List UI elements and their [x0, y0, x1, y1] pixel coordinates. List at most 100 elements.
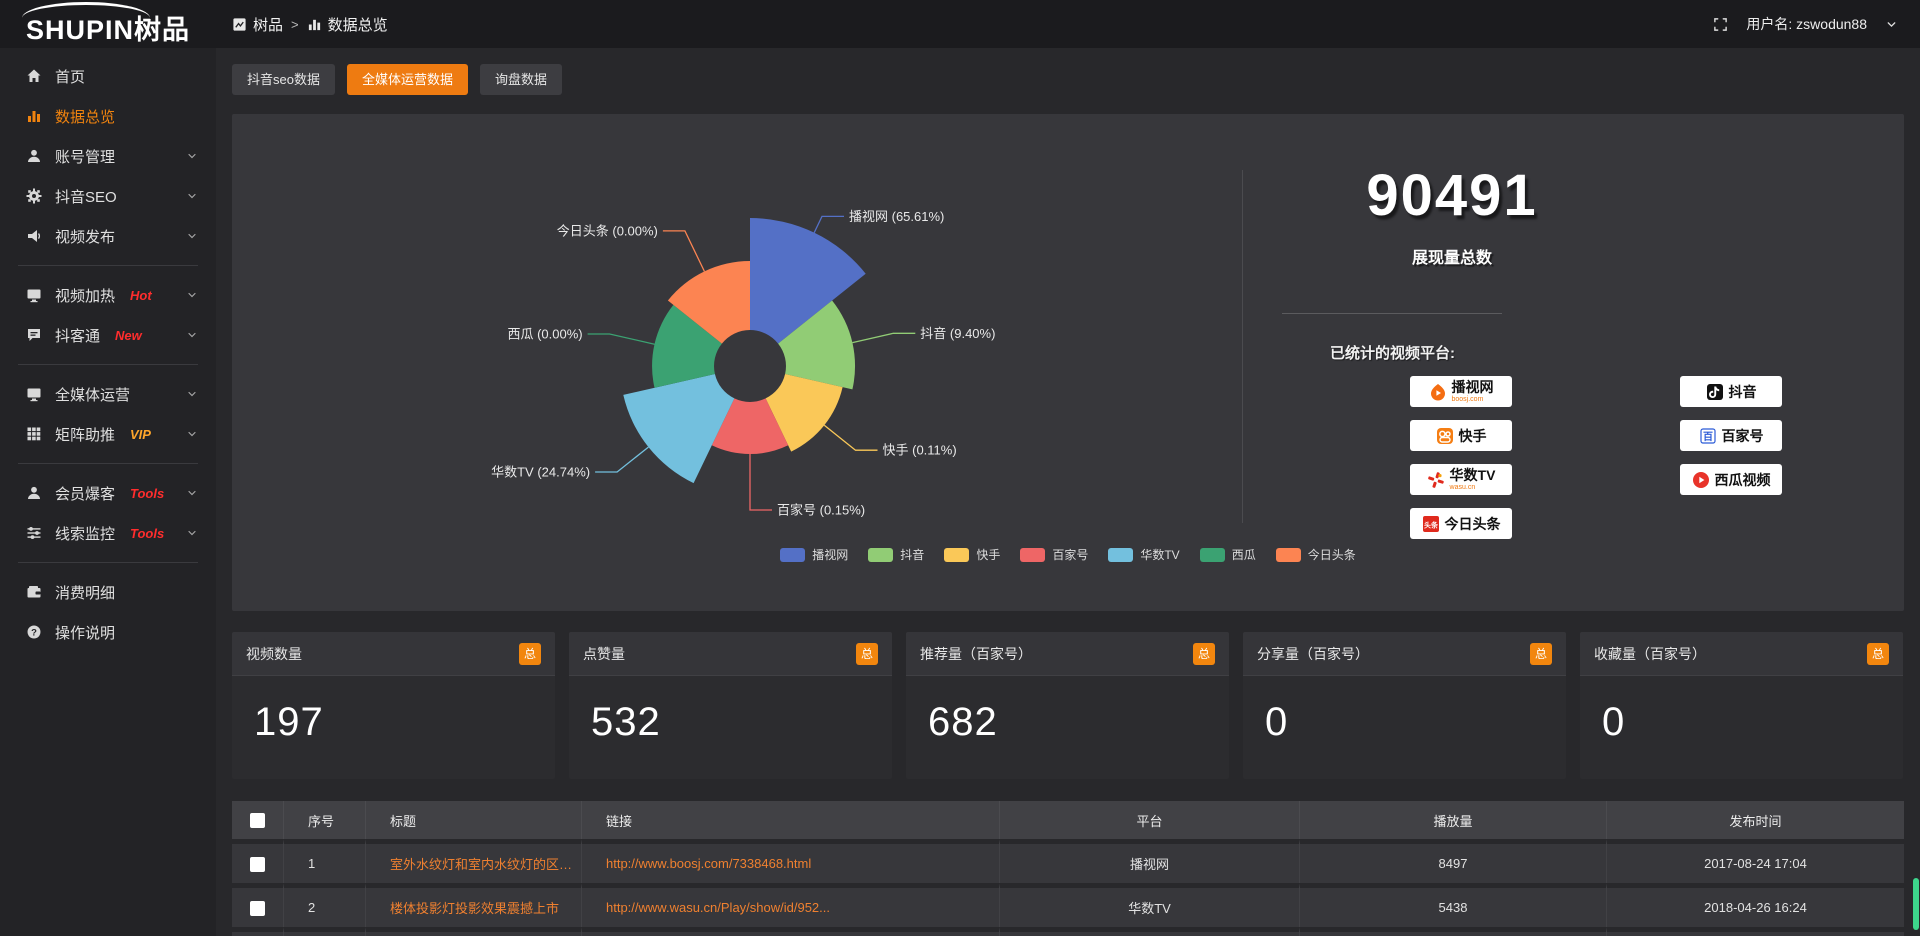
sidebar-item-抖音SEO[interactable]: 抖音SEO	[0, 176, 216, 216]
sidebar-item-badge: Tools	[130, 486, 164, 501]
breadcrumb-item[interactable]: 树品	[232, 14, 283, 35]
platform-sub: wasu.cn	[1450, 484, 1476, 491]
sidebar-item-全媒体运营[interactable]: 全媒体运营	[0, 374, 216, 414]
total-badge[interactable]: 总	[519, 643, 541, 665]
scrollbar-thumb[interactable]	[1913, 878, 1919, 930]
legend-swatch	[944, 548, 969, 562]
cell-title[interactable]: 楼体投影灯投影效果震撼上市	[366, 883, 582, 927]
boosj-logo	[1429, 383, 1447, 401]
summary-rule	[1282, 313, 1502, 314]
sidebar-item-视频发布[interactable]: 视频发布	[0, 216, 216, 256]
sidebar-item-账号管理[interactable]: 账号管理	[0, 136, 216, 176]
stat-card-title: 推荐量（百家号）	[920, 644, 1032, 664]
stat-card-header: 视频数量总	[232, 632, 555, 676]
row-select-cell	[232, 927, 284, 936]
sidebar-item-badge: Hot	[130, 288, 152, 303]
total-badge[interactable]: 总	[1193, 643, 1215, 665]
column-header-发布时间: 发布时间	[1607, 801, 1904, 839]
total-badge[interactable]: 总	[1867, 643, 1889, 665]
logo-arc	[22, 2, 150, 18]
sidebar-item-消费明细[interactable]: 消费明细	[0, 572, 216, 612]
rose-chart: 播视网 (65.61%)抖音 (9.40%)快手 (0.11%)百家号 (0.1…	[232, 114, 1242, 611]
sidebar-item-数据总览[interactable]: 数据总览	[0, 96, 216, 136]
stat-card-title: 分享量（百家号）	[1257, 644, 1369, 664]
select-all-checkbox[interactable]	[250, 813, 265, 828]
sidebar-item-label: 账号管理	[55, 146, 115, 167]
cell-platform	[1000, 927, 1300, 936]
pie-slice-华数TV[interactable]	[623, 374, 734, 483]
pie-label-line	[595, 447, 648, 472]
table-row	[232, 927, 1904, 936]
legend-item-快手[interactable]: 快手	[944, 546, 1000, 563]
cell-link[interactable]: http://www.boosj.com/7338468.html	[582, 839, 1000, 883]
pie-label: 百家号 (0.15%)	[777, 503, 865, 518]
tab-全媒体运营数据[interactable]: 全媒体运营数据	[347, 64, 468, 95]
row-checkbox[interactable]	[250, 901, 265, 916]
sidebar-item-label: 视频加热	[55, 285, 115, 306]
platform-badge-西瓜视频: 西瓜视频	[1680, 464, 1782, 495]
row-select-cell	[232, 883, 284, 927]
total-badge[interactable]: 总	[856, 643, 878, 665]
chevron-down-icon	[186, 190, 198, 202]
sidebar-item-label: 首页	[55, 66, 85, 87]
stat-card-header: 分享量（百家号） 总	[1243, 632, 1566, 676]
legend-item-抖音[interactable]: 抖音	[868, 546, 924, 563]
tab-询盘数据[interactable]: 询盘数据	[480, 64, 562, 95]
cell-platform: 播视网	[1000, 839, 1300, 883]
breadcrumb-item[interactable]: 数据总览	[307, 14, 388, 35]
sidebar-item-首页[interactable]: 首页	[0, 56, 216, 96]
sidebar-nav: 首页数据总览账号管理抖音SEO视频发布视频加热 Hot 抖客通New 全媒体运营矩阵助…	[0, 48, 216, 936]
sidebar-item-线索监控[interactable]: 线索监控Tools	[0, 513, 216, 553]
douyin-logo	[1706, 383, 1724, 401]
sidebar-item-抖客通[interactable]: 抖客通New	[0, 315, 216, 355]
chevron-down-icon	[186, 527, 198, 539]
platforms-title: 已统计的视频平台:	[1330, 342, 1455, 363]
stat-card-推荐量（百家号）: 推荐量（百家号）总682	[906, 632, 1229, 779]
platform-name: 今日头条	[1445, 517, 1501, 531]
table-header-row: 序号标题链接平台播放量发布时间	[232, 801, 1904, 839]
fullscreen-icon[interactable]	[1713, 17, 1728, 32]
legend-item-百家号[interactable]: 百家号	[1020, 546, 1088, 563]
sidebar-item-视频加热[interactable]: 视频加热 Hot	[0, 275, 216, 315]
chevron-down-icon[interactable]	[1885, 18, 1898, 31]
stat-card-header: 推荐量（百家号） 总	[906, 632, 1229, 676]
stat-card-视频数量: 视频数量总197	[232, 632, 555, 779]
logo-text: SHUPIN树品	[26, 17, 190, 44]
platform-badge-抖音: 抖音	[1680, 376, 1782, 407]
summary-pane: 90491 展现量总数 已统计的视频平台: 播视网boosj.com快手华数TV…	[1242, 114, 1904, 611]
stat-card-value: 0	[1580, 676, 1903, 745]
stat-card-header: 收藏量（百家号） 总	[1580, 632, 1903, 676]
platform-badge-百家号: 百百家号	[1680, 420, 1782, 451]
pie-label: 抖音 (9.40%)	[920, 326, 995, 341]
legend-item-播视网[interactable]: 播视网	[780, 546, 848, 563]
sidebar-item-会员爆客[interactable]: 会员爆客Tools	[0, 473, 216, 513]
platform-name: 播视网	[1452, 380, 1494, 394]
tab-抖音seo数据[interactable]: 抖音seo数据	[232, 64, 335, 95]
stat-card-title: 点赞量	[583, 644, 625, 664]
app-logo[interactable]: SHUPIN树品	[0, 0, 216, 48]
row-checkbox[interactable]	[250, 857, 265, 872]
username-label[interactable]: 用户名: zswodun88	[1746, 14, 1867, 34]
table-row: 2楼体投影灯投影效果震撼上市http://www.wasu.cn/Play/sh…	[232, 883, 1904, 927]
table-row: 1室外水纹灯和室内水纹灯的区别和简介http://www.boosj.com/7…	[232, 839, 1904, 883]
sidebar-divider	[18, 463, 198, 464]
platform-badge-播视网: 播视网boosj.com	[1410, 376, 1512, 407]
legend-swatch	[1200, 548, 1225, 562]
cell-link[interactable]: http://www.wasu.cn/Play/show/id/952...	[582, 883, 1000, 927]
sidebar-item-操作说明[interactable]: ?操作说明	[0, 612, 216, 652]
pie-label-line	[814, 216, 844, 232]
legend-item-华数TV[interactable]: 华数TV	[1108, 546, 1179, 563]
cell-title[interactable]: 室外水纹灯和室内水纹灯的区别和简介	[366, 839, 582, 883]
stat-cards-row: 视频数量总197点赞量总532推荐量（百家号）总682分享量（百家号）总0收藏量…	[232, 632, 1904, 779]
header-right: 用户名: zswodun88	[1713, 14, 1920, 34]
app-icon	[232, 17, 247, 32]
svg-text:百: 百	[1703, 431, 1713, 443]
breadcrumb: 树品>数据总览	[232, 14, 388, 35]
sidebar-item-矩阵助推[interactable]: 矩阵助推VIP	[0, 414, 216, 454]
pie-label-line	[663, 231, 705, 272]
stat-card-title: 收藏量（百家号）	[1594, 644, 1706, 664]
cell-index: 2	[284, 883, 366, 927]
sidebar-item-badge: VIP	[130, 427, 151, 442]
sidebar-item-label: 消费明细	[55, 582, 115, 603]
total-badge[interactable]: 总	[1530, 643, 1552, 665]
